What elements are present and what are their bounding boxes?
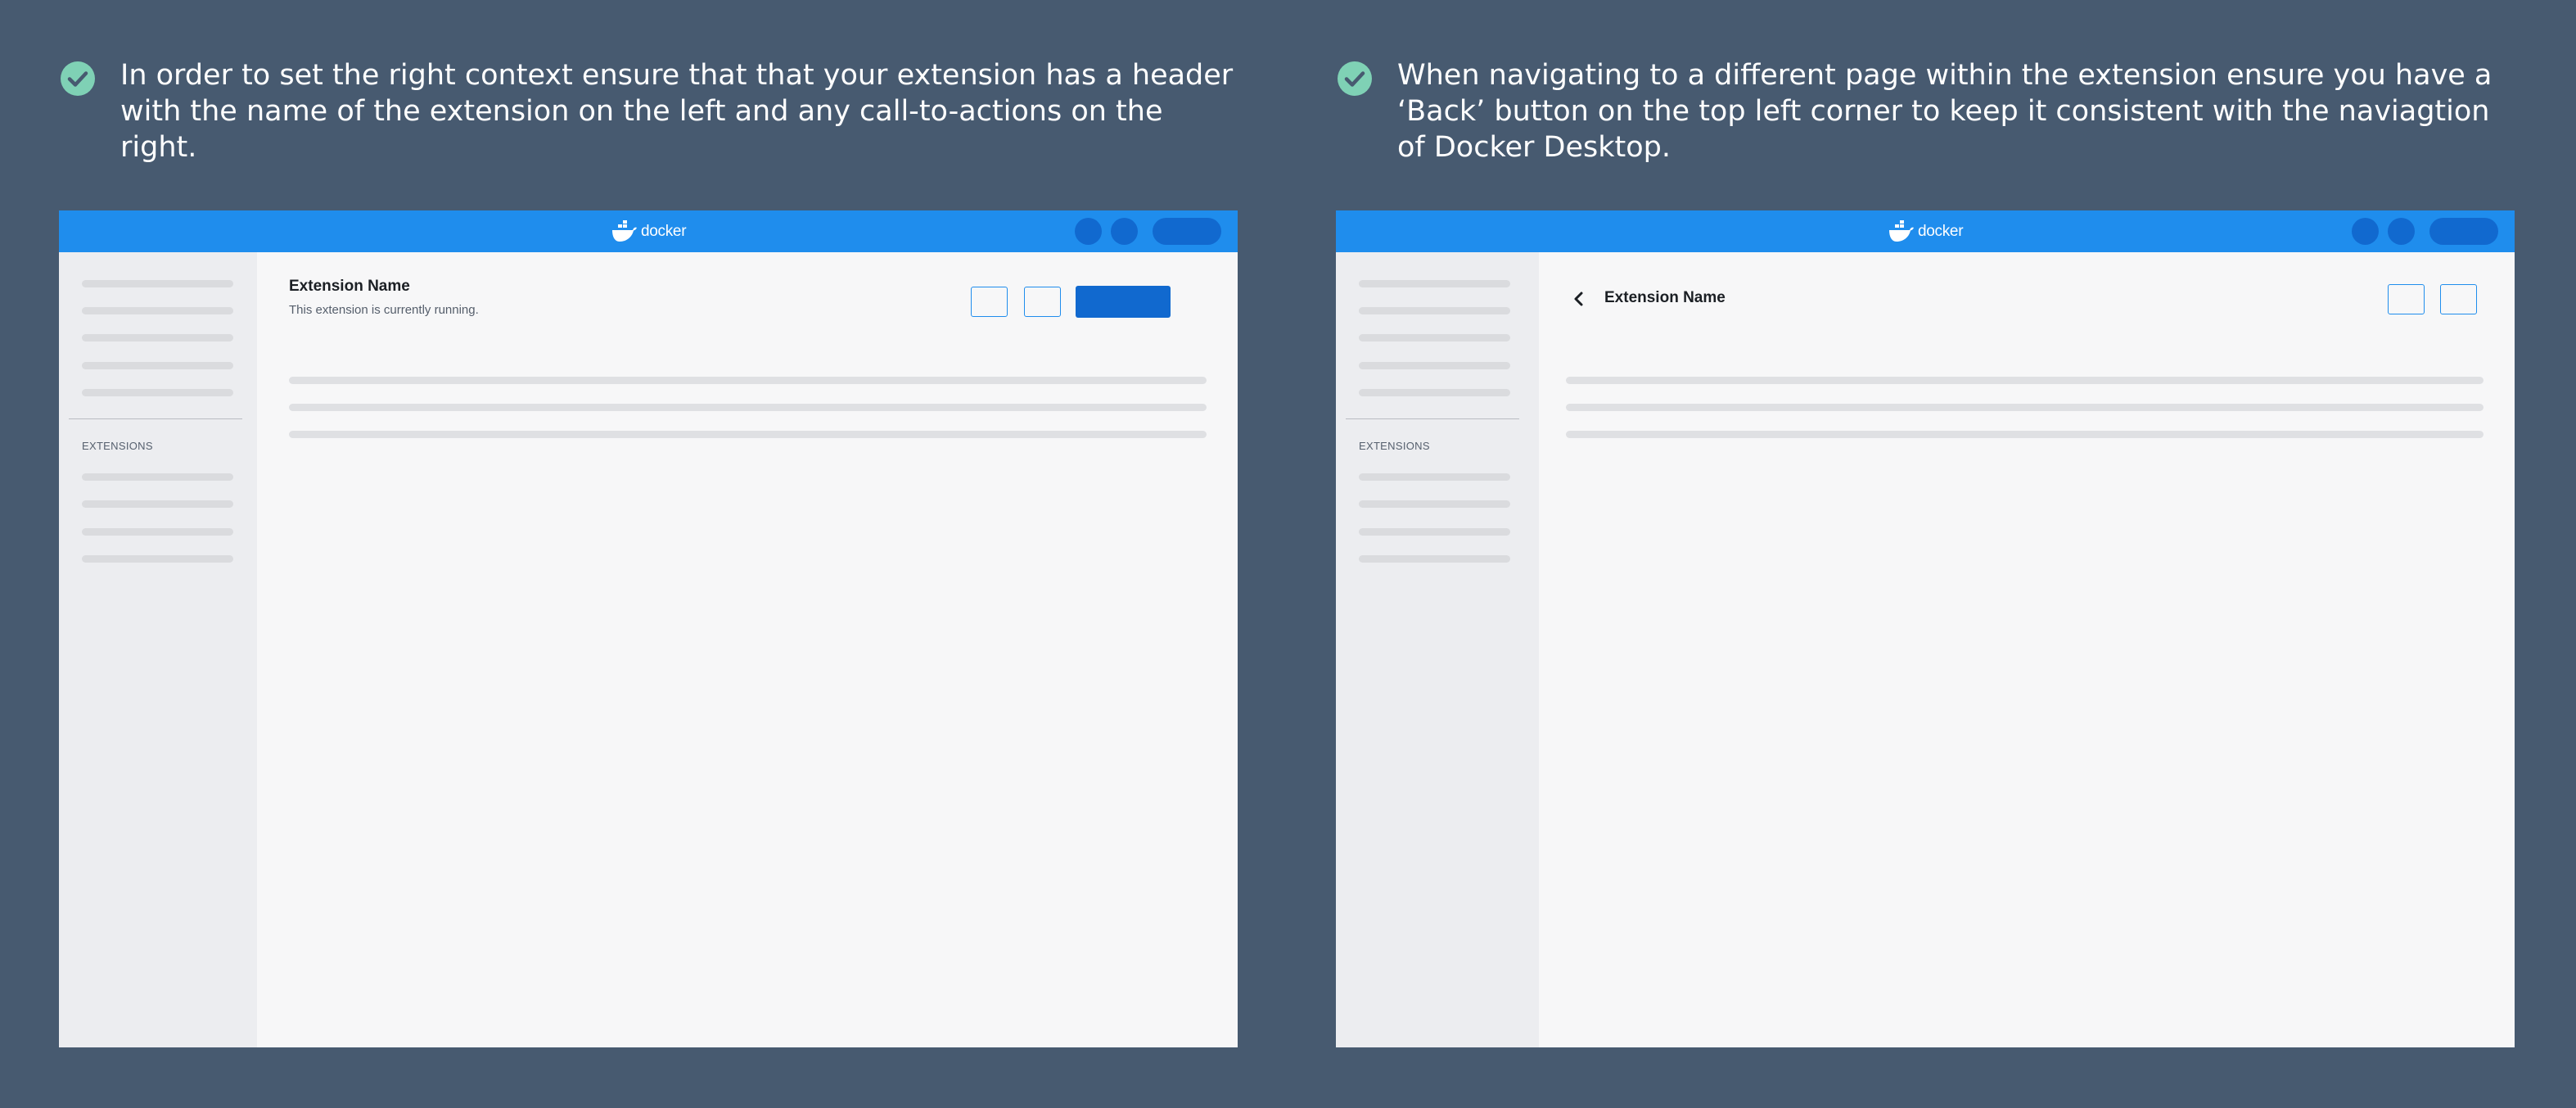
titlebar-circle-button[interactable]	[2388, 218, 2415, 245]
primary-action-button[interactable]	[1076, 286, 1171, 318]
sidebar-item-placeholder[interactable]	[82, 389, 233, 396]
sidebar-divider	[1346, 418, 1519, 419]
content-placeholder-line	[289, 404, 1207, 411]
check-circle-icon	[61, 61, 95, 96]
sidebar-section-label: EXTENSIONS	[82, 440, 153, 452]
titlebar-circle-button[interactable]	[2352, 218, 2379, 245]
sidebar-extension-placeholder[interactable]	[1359, 555, 1510, 563]
mock-content: Extension Name	[1539, 252, 2515, 1047]
sidebar-divider	[69, 418, 242, 419]
extension-title: Extension Name	[1604, 289, 1726, 306]
sidebar-item-placeholder[interactable]	[82, 280, 233, 287]
content-placeholder-line	[1566, 404, 2484, 411]
secondary-action-button[interactable]	[2440, 284, 2477, 314]
guideline-caption: When navigating to a different page with…	[1336, 57, 2515, 180]
mock-titlebar: docker	[59, 210, 1238, 252]
check-circle-icon	[1338, 61, 1372, 96]
sidebar-extension-placeholder[interactable]	[1359, 500, 1510, 508]
mock-content: Extension Name This extension is current…	[257, 252, 1238, 1047]
docker-whale-icon	[612, 220, 637, 242]
sidebar-extension-placeholder[interactable]	[82, 528, 233, 536]
content-placeholder-line	[289, 431, 1207, 438]
secondary-action-button[interactable]	[1024, 287, 1061, 317]
mock-docker-desktop-window: docker EXTENSIONS Extension Name This ex…	[59, 210, 1238, 1047]
extension-title: Extension Name	[289, 278, 410, 295]
titlebar-circle-button[interactable]	[1075, 218, 1102, 245]
sidebar-section-label: EXTENSIONS	[1359, 440, 1430, 452]
guideline-text: When navigating to a different page with…	[1397, 59, 2493, 164]
titlebar-circle-button[interactable]	[1111, 218, 1138, 245]
sidebar-extension-placeholder[interactable]	[82, 500, 233, 508]
chevron-left-icon[interactable]	[1570, 290, 1588, 308]
sidebar-item-placeholder[interactable]	[82, 307, 233, 314]
sidebar-item-placeholder[interactable]	[1359, 334, 1510, 341]
sidebar-item-placeholder[interactable]	[1359, 307, 1510, 314]
mock-sidebar: EXTENSIONS	[1336, 252, 1539, 1047]
content-placeholder-line	[1566, 377, 2484, 384]
sidebar-item-placeholder[interactable]	[1359, 280, 1510, 287]
guideline-caption: In order to set the right context ensure…	[59, 57, 1238, 180]
secondary-action-button[interactable]	[2388, 284, 2425, 314]
sidebar-extension-placeholder[interactable]	[82, 555, 233, 563]
titlebar-account-pill[interactable]	[2429, 218, 2498, 245]
docker-wordmark: docker	[1918, 223, 1964, 240]
mock-titlebar: docker	[1336, 210, 2515, 252]
sidebar-item-placeholder[interactable]	[82, 334, 233, 341]
sidebar-extension-placeholder[interactable]	[1359, 473, 1510, 481]
sidebar-item-placeholder[interactable]	[1359, 389, 1510, 396]
content-placeholder-line	[289, 377, 1207, 384]
guideline-text: In order to set the right context ensure…	[120, 59, 1234, 164]
sidebar-item-placeholder[interactable]	[82, 362, 233, 369]
titlebar-account-pill[interactable]	[1153, 218, 1221, 245]
extension-subtitle: This extension is currently running.	[289, 303, 479, 317]
mock-docker-desktop-window: docker EXTENSIONS Extension Name	[1336, 210, 2515, 1047]
docker-whale-icon	[1889, 220, 1914, 242]
sidebar-extension-placeholder[interactable]	[82, 473, 233, 481]
sidebar-extension-placeholder[interactable]	[1359, 528, 1510, 536]
content-placeholder-line	[1566, 431, 2484, 438]
sidebar-item-placeholder[interactable]	[1359, 362, 1510, 369]
mock-sidebar: EXTENSIONS	[59, 252, 257, 1047]
docker-wordmark: docker	[641, 223, 687, 240]
secondary-action-button[interactable]	[971, 287, 1008, 317]
